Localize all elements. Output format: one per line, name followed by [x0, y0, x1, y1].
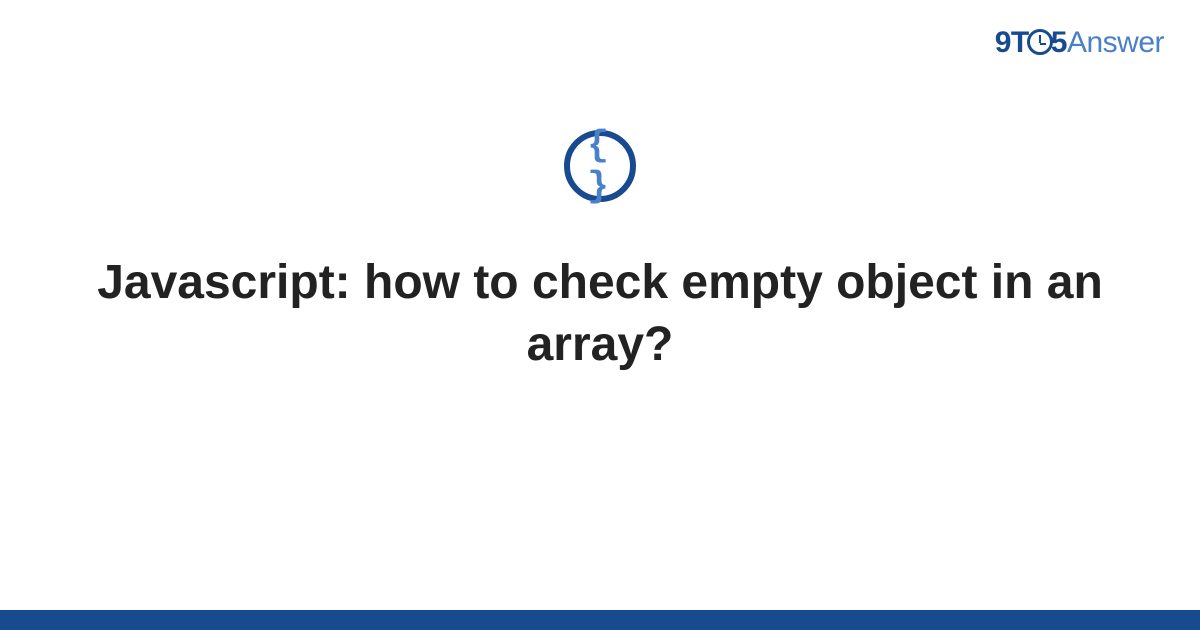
- site-logo: 9T 5Answer: [995, 26, 1164, 60]
- page-title: Javascript: how to check empty object in…: [0, 252, 1200, 377]
- main-content: { } Javascript: how to check empty objec…: [0, 130, 1200, 377]
- logo-text-9t: 9T: [995, 26, 1029, 59]
- footer-bar: [0, 610, 1200, 630]
- braces-icon: { }: [570, 125, 630, 207]
- logo-text-5: 5: [1051, 26, 1067, 59]
- topic-icon-circle: { }: [564, 130, 636, 202]
- clock-icon: [1027, 29, 1053, 55]
- logo-text-answer: Answer: [1067, 26, 1164, 59]
